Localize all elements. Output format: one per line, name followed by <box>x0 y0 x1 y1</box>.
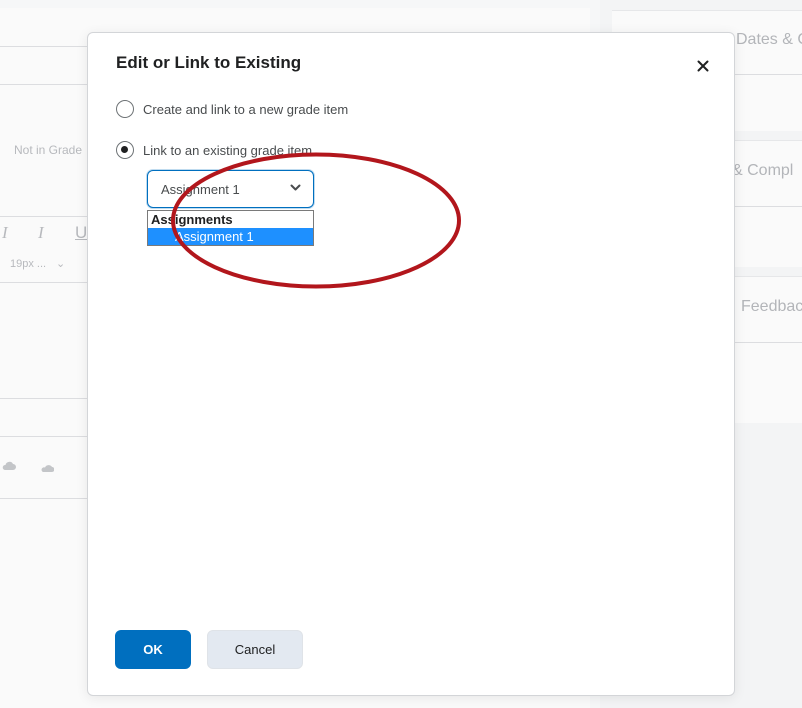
create-grade-item-radio[interactable] <box>116 100 134 118</box>
create-grade-item-option[interactable]: Create and link to a new grade item <box>116 100 348 118</box>
background-underline-button: U <box>75 223 88 242</box>
onedrive-icon <box>40 460 55 478</box>
cancel-button[interactable]: Cancel <box>207 630 303 669</box>
background-dates-title: Dates & C <box>736 31 802 48</box>
edit-link-dialog: Edit or Link to Existing Create and link… <box>87 32 735 696</box>
dropdown-option-assignment-1[interactable]: Assignment 1 <box>148 228 313 245</box>
grade-item-select[interactable]: Assignment 1 <box>147 170 314 208</box>
background-italic-glyph: I <box>2 223 8 242</box>
link-grade-item-label: Link to an existing grade item <box>143 142 313 158</box>
dropdown-group-label: Assignments <box>151 212 233 227</box>
close-icon <box>697 60 709 72</box>
ok-button[interactable]: OK <box>115 630 191 669</box>
background-grade-label: Not in Grade <box>14 143 83 157</box>
link-grade-item-option[interactable]: Link to an existing grade item <box>116 141 312 159</box>
background-feedback-title: Feedbac <box>741 298 802 315</box>
chevron-down-icon: ⌄ <box>56 258 66 270</box>
grade-item-select-value: Assignment 1 <box>161 181 240 197</box>
chevron-down-icon <box>290 184 301 191</box>
link-grade-item-radio[interactable] <box>116 141 134 159</box>
dialog-title: Edit or Link to Existing <box>116 53 302 72</box>
background-font-size-select: 19px ... <box>10 258 47 270</box>
background-italic-button: I <box>38 223 44 242</box>
create-grade-item-label: Create and link to a new grade item <box>143 101 349 117</box>
background-completion-title: & Compl <box>732 162 794 179</box>
cloud-upload-icon <box>2 459 16 477</box>
close-button[interactable] <box>692 55 714 77</box>
grade-item-dropdown-list: Assignments Assignment 1 <box>147 210 314 246</box>
